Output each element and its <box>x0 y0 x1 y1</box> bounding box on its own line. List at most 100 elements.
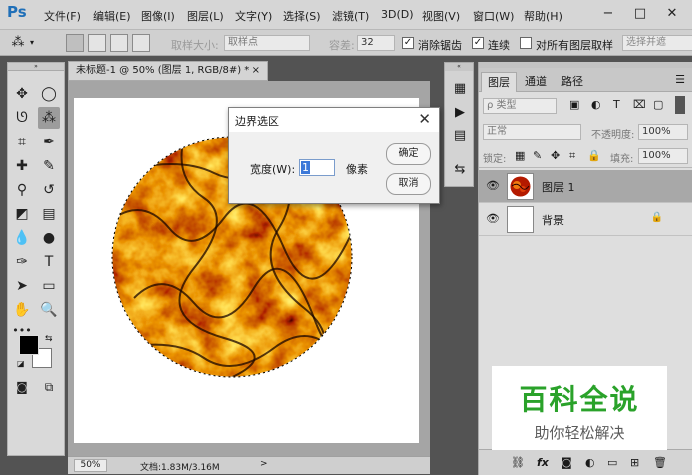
properties-panel-icon[interactable]: ▤ <box>450 126 470 146</box>
document-tab[interactable]: 未标题-1 @ 50% (图层 1, RGB/8#) * × <box>68 61 268 81</box>
layer-row-layer1[interactable]: 👁 图层 1 <box>479 170 692 203</box>
chevron-down-icon[interactable]: ▾ <box>30 38 34 47</box>
eraser-tool-icon[interactable]: ◩ <box>11 203 33 225</box>
visibility-eye-icon[interactable]: 👁 <box>486 212 500 225</box>
info-panel-icon[interactable]: ⇆ <box>450 160 470 180</box>
maximize-button[interactable]: □ <box>630 4 650 24</box>
tools-panel: » ✥ ◯ ᘎ ⁂ ⌗ ✒ ✚ ✎ ⚲ ↺ ◩ ▤ 💧 ● ✑ T ➤ ▭ ✋ … <box>7 62 65 456</box>
history-panel-icon[interactable]: ▦ <box>450 79 470 99</box>
dialog-titlebar[interactable]: 边界选区 ✕ <box>229 108 439 132</box>
panel-menu-icon[interactable]: ☰ <box>675 73 685 86</box>
menu-type[interactable]: 文字(Y) <box>235 8 272 24</box>
lasso-tool-icon[interactable]: ᘎ <box>11 107 33 129</box>
trash-icon[interactable]: 🗑 <box>653 456 667 469</box>
hand-tool-icon[interactable]: ✋ <box>11 299 33 321</box>
tolerance-input[interactable]: 32 <box>357 35 395 51</box>
collapse-tools-icon[interactable]: » <box>8 63 64 71</box>
healing-brush-tool-icon[interactable]: ✚ <box>11 155 33 177</box>
clone-stamp-tool-icon[interactable]: ⚲ <box>11 179 33 201</box>
swap-colors-icon[interactable]: ⇆ <box>45 334 53 344</box>
history-brush-tool-icon[interactable]: ↺ <box>38 179 60 201</box>
cancel-button[interactable]: 取消 <box>386 173 431 195</box>
tab-layers[interactable]: 图层 <box>481 72 517 92</box>
layer-row-background[interactable]: 👁 背景 🔒 <box>479 203 692 236</box>
magic-wand-preset-icon[interactable]: ⁂ <box>9 34 27 52</box>
intersect-selection-mode-button[interactable] <box>132 34 150 52</box>
antialias-checkbox[interactable]: ✓ <box>402 37 414 49</box>
menu-layer[interactable]: 图层(L) <box>187 8 224 24</box>
contiguous-checkbox[interactable]: ✓ <box>472 37 484 49</box>
add-mask-icon[interactable]: ◙ <box>561 456 572 469</box>
foreground-color-swatch[interactable] <box>19 335 39 355</box>
opacity-input[interactable]: 100% <box>638 124 688 140</box>
magic-wand-tool-icon[interactable]: ⁂ <box>38 107 60 129</box>
filter-toggle[interactable] <box>675 96 685 114</box>
path-selection-tool-icon[interactable]: ➤ <box>11 275 33 297</box>
minimize-button[interactable]: − <box>598 4 618 24</box>
close-window-button[interactable]: ✕ <box>662 4 682 24</box>
visibility-eye-icon[interactable]: 👁 <box>486 179 500 192</box>
menu-edit[interactable]: 编辑(E) <box>93 8 131 24</box>
pen-tool-icon[interactable]: ✑ <box>11 251 33 273</box>
lock-transparent-icon[interactable]: ▦ <box>515 149 525 162</box>
brush-tool-icon[interactable]: ✎ <box>38 155 60 177</box>
zoom-level-field[interactable]: 50% <box>74 459 107 472</box>
filter-type-icon[interactable]: T <box>613 98 620 111</box>
blend-mode-select[interactable]: 正常 <box>483 124 581 140</box>
actions-play-icon[interactable]: ▶ <box>450 103 470 123</box>
menu-select[interactable]: 选择(S) <box>283 8 321 24</box>
quick-mask-icon[interactable]: ◙ <box>11 376 33 398</box>
screen-mode-icon[interactable]: ⧉ <box>38 376 60 398</box>
rectangle-tool-icon[interactable]: ▭ <box>38 275 60 297</box>
move-tool-icon[interactable]: ✥ <box>11 83 33 105</box>
select-and-mask-button[interactable]: 选择并遮 <box>622 35 692 51</box>
menu-window[interactable]: 窗口(W) <box>473 8 514 24</box>
crop-tool-icon[interactable]: ⌗ <box>11 131 33 153</box>
fill-input[interactable]: 100% <box>638 148 688 164</box>
lock-position-icon[interactable]: ✥ <box>551 149 560 162</box>
close-icon[interactable]: ✕ <box>418 110 431 128</box>
blur-tool-icon[interactable]: 💧 <box>11 227 33 249</box>
link-layers-icon[interactable]: ⛓ <box>511 456 525 469</box>
filter-adjustment-icon[interactable]: ◐ <box>591 98 601 111</box>
lock-pixels-icon[interactable]: ✎ <box>533 149 542 162</box>
type-tool-icon[interactable]: T <box>38 251 60 273</box>
lock-artboard-icon[interactable]: ⌗ <box>569 149 575 163</box>
menu-image[interactable]: 图像(I) <box>141 8 175 24</box>
elliptical-marquee-tool-icon[interactable]: ◯ <box>38 83 60 105</box>
adjustment-layer-icon[interactable]: ◐ <box>585 456 595 469</box>
menu-help[interactable]: 帮助(H) <box>524 8 563 24</box>
menu-view[interactable]: 视图(V) <box>422 8 460 24</box>
tab-paths[interactable]: 路径 <box>555 72 589 92</box>
collapse-dock-icon[interactable]: « <box>445 63 473 71</box>
new-selection-mode-button[interactable] <box>66 34 84 52</box>
status-menu-arrow[interactable]: > <box>260 459 268 469</box>
add-selection-mode-button[interactable] <box>88 34 106 52</box>
layer-name[interactable]: 背景 <box>542 212 564 228</box>
tab-channels[interactable]: 通道 <box>519 72 553 92</box>
ok-button[interactable]: 确定 <box>386 143 431 165</box>
new-layer-icon[interactable]: ⊞ <box>630 456 639 469</box>
layer-filter-select[interactable]: ρ 类型 <box>483 98 557 114</box>
filter-shape-icon[interactable]: ⌧ <box>633 98 646 111</box>
eyedropper-tool-icon[interactable]: ✒ <box>38 131 60 153</box>
width-input-value[interactable]: 1 <box>301 161 310 174</box>
all-layers-checkbox[interactable] <box>520 37 532 49</box>
filter-pixel-icon[interactable]: ▣ <box>569 98 579 111</box>
filter-smart-object-icon[interactable]: ▢ <box>653 98 663 111</box>
fx-icon[interactable]: fx <box>537 456 549 469</box>
menu-filter[interactable]: 滤镜(T) <box>332 8 369 24</box>
dodge-tool-icon[interactable]: ● <box>38 227 60 249</box>
layer-name[interactable]: 图层 1 <box>542 179 575 195</box>
gradient-tool-icon[interactable]: ▤ <box>38 203 60 225</box>
default-colors-icon[interactable]: ◪ <box>17 359 25 368</box>
new-group-folder-icon[interactable]: ▭ <box>607 456 617 469</box>
lock-all-icon[interactable]: 🔒 <box>587 149 601 162</box>
close-tab-icon[interactable]: × <box>252 62 260 80</box>
sample-size-select[interactable]: 取样点 <box>224 35 310 51</box>
subtract-selection-mode-button[interactable] <box>110 34 128 52</box>
menu-3d[interactable]: 3D(D) <box>381 8 414 21</box>
menu-file[interactable]: 文件(F) <box>44 8 81 24</box>
zoom-tool-icon[interactable]: 🔍 <box>38 299 60 321</box>
photoshop-logo: Ps <box>7 3 27 21</box>
